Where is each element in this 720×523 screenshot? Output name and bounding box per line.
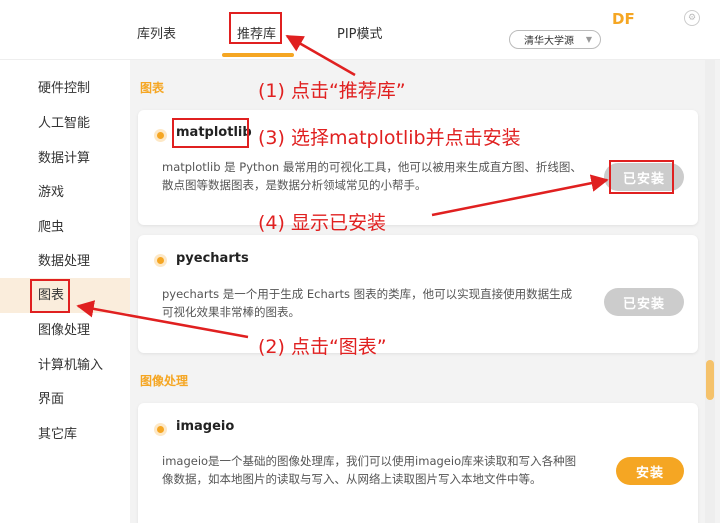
scrollbar-thumb[interactable] — [706, 360, 714, 400]
scrollbar-track[interactable] — [705, 60, 715, 523]
dot-icon — [157, 132, 164, 139]
tab-recommended[interactable]: 推荐库 — [237, 23, 276, 42]
library-name: pyecharts — [176, 251, 249, 266]
library-description: imageio是一个基础的图像处理库，我们可以使用imageio库来读取和写入各… — [162, 454, 577, 486]
sidebar-item-computer-input[interactable]: 计算机输入 — [0, 348, 130, 383]
annotation-step-4: (4) 显示已安装 — [258, 212, 386, 234]
library-card-imageio: imageio imageio是一个基础的图像处理库，我们可以使用imageio… — [138, 403, 698, 523]
annotation-step-1: (1) 点击“推荐库” — [258, 80, 406, 102]
sidebar-item-charts[interactable]: 图表 — [0, 278, 130, 313]
mirror-source-value: 清华大学源 — [524, 36, 574, 47]
annotation-step-2: (2) 点击“图表” — [258, 336, 387, 358]
tab-library-list[interactable]: 库列表 — [137, 23, 176, 42]
library-name: matplotlib — [176, 125, 252, 140]
install-button[interactable]: 安装 — [616, 457, 684, 485]
tab-pip-mode[interactable]: PIP模式 — [337, 23, 383, 42]
settings-icon[interactable]: ⚙ — [684, 10, 700, 26]
sidebar-item-ai[interactable]: 人工智能 — [0, 106, 130, 141]
library-description: pyecharts 是一个用于生成 Echarts 图表的类库，他可以实现直接使… — [162, 287, 573, 319]
sidebar-item-hardware-control[interactable]: 硬件控制 — [0, 71, 130, 106]
category-sidebar: 硬件控制 人工智能 数据计算 游戏 爬虫 数据处理 图表 图像处理 计算机输入 … — [0, 60, 130, 523]
library-name: imageio — [176, 419, 235, 434]
sidebar-item-games[interactable]: 游戏 — [0, 175, 130, 210]
sidebar-item-gui[interactable]: 界面 — [0, 382, 130, 417]
sidebar-item-data-computing[interactable]: 数据计算 — [0, 141, 130, 176]
sidebar-item-data-processing[interactable]: 数据处理 — [0, 244, 130, 279]
annotation-step-3: (3) 选择matplotlib并点击安装 — [258, 127, 521, 149]
section-title-charts: 图表 — [140, 81, 165, 95]
dot-icon — [157, 426, 164, 433]
sidebar-item-crawler[interactable]: 爬虫 — [0, 210, 130, 245]
installed-button[interactable]: 已安装 — [604, 288, 684, 316]
mirror-source-select[interactable]: 清华大学源 ▼ — [509, 30, 601, 49]
sidebar-item-other[interactable]: 其它库 — [0, 417, 130, 452]
dot-icon — [157, 257, 164, 264]
top-bar: 库列表 推荐库 PIP模式 清华大学源 ▼ DF ⚙ — [0, 0, 720, 60]
brand-logo: DF — [612, 10, 635, 28]
chevron-down-icon: ▼ — [585, 35, 592, 44]
installed-button[interactable]: 已安装 — [604, 163, 684, 191]
library-card-pyecharts: pyecharts pyecharts 是一个用于生成 Echarts 图表的类… — [138, 235, 698, 353]
library-description: matplotlib 是 Python 最常用的可视化工具，他可以被用来生成直方… — [162, 160, 582, 192]
sidebar-item-image-processing[interactable]: 图像处理 — [0, 313, 130, 348]
section-title-image-processing: 图像处理 — [140, 374, 189, 388]
active-tab-indicator — [222, 53, 294, 57]
